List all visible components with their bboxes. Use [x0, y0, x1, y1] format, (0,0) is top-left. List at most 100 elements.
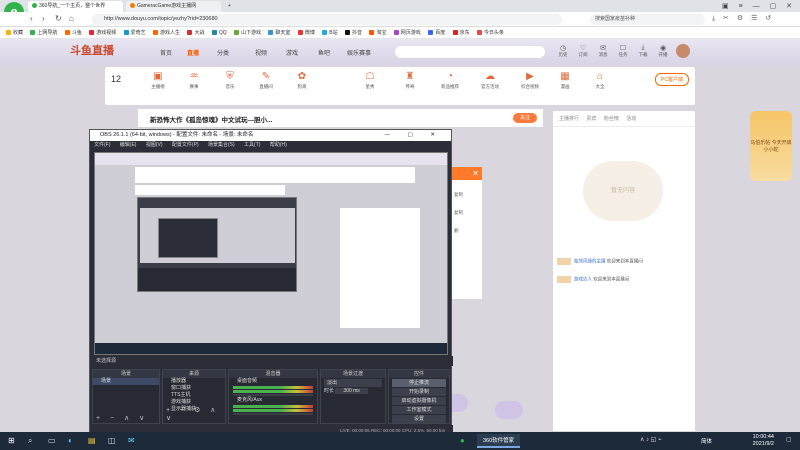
- notification-icon[interactable]: ▢: [786, 436, 792, 443]
- home-icon[interactable]: ⌂: [69, 14, 74, 23]
- back-icon[interactable]: ‹: [30, 14, 33, 23]
- message-icon[interactable]: ✉ 消息: [592, 44, 614, 58]
- bookmark-item[interactable]: 收藏: [6, 27, 23, 38]
- source-item[interactable]: 游戏捕获: [163, 399, 225, 406]
- volume-slider[interactable]: [233, 413, 313, 415]
- obs-menu-item[interactable]: 文件(F): [94, 142, 110, 148]
- right-tab[interactable]: 活动: [626, 116, 636, 122]
- follow-icon[interactable]: ♡ 订阅: [572, 44, 594, 58]
- forward-icon[interactable]: ›: [42, 14, 45, 23]
- source-item[interactable]: TTS主机: [163, 392, 225, 399]
- browser-tab[interactable]: 360导航_一个主页，整个世界: [28, 1, 123, 12]
- sources-dock-buttons[interactable]: + − ⚙ ∧ ∨: [166, 406, 225, 422]
- obs-menu-item[interactable]: 帮助(H): [270, 142, 287, 148]
- right-tab[interactable]: 主播排行: [559, 116, 579, 122]
- rank-nick[interactable]: 游戏达人: [574, 277, 592, 282]
- category-item[interactable]: ✎ 直播间: [251, 71, 281, 90]
- nav-item[interactable]: 游戏: [286, 48, 298, 57]
- nav-item[interactable]: 直播: [187, 48, 199, 57]
- bookmark-item[interactable]: 上网导航: [30, 27, 57, 38]
- obs-preview[interactable]: [94, 152, 448, 355]
- file-explorer-icon[interactable]: ▤: [88, 436, 96, 445]
- scene-item[interactable]: 场景: [93, 378, 159, 385]
- transition-select[interactable]: 淡出: [324, 379, 382, 387]
- obs-menu-item[interactable]: 场景集合(S): [208, 142, 235, 148]
- post-title[interactable]: 新恐怖大作《孤岛惊魂》中文试玩—胆小...: [150, 114, 272, 124]
- category-item[interactable]: ◔ 新品推荐: [435, 71, 465, 90]
- promo-floater[interactable]: 马伯乐帖 今天开启 小小蛇: [750, 111, 792, 181]
- duration-input[interactable]: 300 ms: [335, 388, 368, 394]
- popup-item[interactable]: 删: [454, 228, 482, 234]
- bookmark-item[interactable]: 山下游戏: [234, 27, 261, 38]
- store-icon[interactable]: ◫: [108, 436, 116, 445]
- right-tab[interactable]: 粉丝榜: [604, 116, 619, 122]
- obs-menu-item[interactable]: 配置文件(P): [172, 142, 199, 148]
- broadcast-icon[interactable]: ◉ 开播: [652, 44, 674, 58]
- category-item[interactable]: ▦ 漫画: [550, 71, 580, 90]
- bookmark-item[interactable]: B站: [322, 27, 338, 38]
- site-logo[interactable]: 斗鱼直播: [70, 42, 114, 58]
- bookmark-item[interactable]: 斗鱼: [64, 27, 82, 38]
- bookmark-item[interactable]: 今日头条: [477, 27, 504, 38]
- bookmark-item[interactable]: 爱奇艺: [123, 27, 146, 38]
- search-input[interactable]: 搜索国家疫苗补种: [590, 14, 705, 25]
- nav-item[interactable]: 娱乐赛事: [347, 48, 371, 57]
- bookmark-item[interactable]: 大战: [187, 27, 204, 38]
- scenes-dock-buttons[interactable]: + − ∧ ∨: [96, 414, 148, 422]
- nav-item[interactable]: 分类: [217, 48, 229, 57]
- avatar[interactable]: [676, 44, 690, 58]
- source-item[interactable]: 窗口捕获: [163, 385, 225, 392]
- popup-item[interactable]: 复制: [454, 192, 482, 198]
- download-icon[interactable]: ⤓ 下载: [632, 44, 654, 58]
- task-view-icon[interactable]: ▭: [48, 436, 56, 445]
- obs-menu-item[interactable]: 编辑(E): [120, 142, 137, 148]
- new-tab-button[interactable]: +: [224, 1, 234, 12]
- bookmark-item[interactable]: 聊天室: [268, 27, 290, 38]
- category-item[interactable]: ✿ 狗窝: [287, 71, 317, 90]
- toolbar-icons[interactable]: ⤓ ✂ ⚙ ☰ ↺: [712, 14, 774, 23]
- mail-icon[interactable]: ✉: [128, 436, 135, 445]
- input-language[interactable]: 简体: [701, 437, 712, 445]
- volume-slider[interactable]: [233, 394, 313, 396]
- popup-close-icon[interactable]: ✕: [452, 167, 482, 180]
- bookmark-item[interactable]: 京东: [452, 27, 470, 38]
- tray-icons[interactable]: ∧ ♪ ◱ ⌁: [640, 436, 662, 443]
- task-icon[interactable]: ☐ 任务: [612, 44, 634, 58]
- bookmark-item[interactable]: 游戏视频: [89, 27, 116, 38]
- settings-button[interactable]: 设置: [392, 415, 446, 423]
- virtual-camera-button[interactable]: 启动虚拟摄像机: [392, 397, 446, 405]
- pc-client-button[interactable]: PC客户端: [655, 73, 689, 86]
- browser-tab[interactable]: GameracGame游戏主播网: [126, 1, 221, 12]
- source-item[interactable]: 播放器: [163, 378, 225, 385]
- category-item[interactable]: ☖ 星秀: [355, 71, 385, 90]
- obs-window-controls[interactable]: — ▢ ✕: [385, 130, 443, 141]
- category-item[interactable]: ♜ 传奇: [395, 71, 425, 90]
- edge-icon[interactable]: ◐: [68, 436, 73, 445]
- category-item[interactable]: ⌂ 大全: [585, 71, 615, 90]
- history-icon[interactable]: ◷ 历史: [552, 44, 574, 58]
- follow-button[interactable]: 关注: [513, 113, 537, 123]
- rank-nick[interactable]: 独领风骚的主播: [574, 259, 606, 264]
- search-icon[interactable]: ⌕: [28, 436, 32, 446]
- category-item[interactable]: ☁ 官方活动: [475, 71, 505, 90]
- obs-menu-item[interactable]: 视图(V): [146, 142, 163, 148]
- stop-streaming-button[interactable]: 停止推流: [392, 379, 446, 387]
- nav-item[interactable]: 鱼吧: [318, 48, 330, 57]
- category-item[interactable]: ▣ 主播榜: [143, 71, 173, 90]
- bookmark-item[interactable]: 游戏人生: [153, 27, 180, 38]
- category-item[interactable]: ♒ 赛事: [179, 71, 209, 90]
- bookmark-item[interactable]: 网页游戏: [393, 27, 421, 38]
- bookmark-item[interactable]: 淘宝: [369, 27, 386, 38]
- 360-browser-icon[interactable]: ●: [460, 436, 465, 445]
- right-tab[interactable]: 贵宾: [586, 116, 596, 122]
- nav-item[interactable]: 首页: [160, 48, 172, 57]
- nav-item[interactable]: 视频: [255, 48, 267, 57]
- taskbar-clock[interactable]: 10:00:44 2021/9/2: [753, 434, 774, 448]
- bookmark-item[interactable]: 微博: [297, 27, 315, 38]
- category-item[interactable]: ⛨ 音乐: [215, 71, 245, 90]
- refresh-icon[interactable]: ↻: [55, 14, 62, 23]
- obs-menu-item[interactable]: 工具(T): [244, 142, 260, 148]
- taskbar-app-360-software[interactable]: 360软件管家: [477, 434, 521, 448]
- site-search-input[interactable]: [395, 46, 545, 58]
- popup-item[interactable]: 复制: [454, 210, 482, 216]
